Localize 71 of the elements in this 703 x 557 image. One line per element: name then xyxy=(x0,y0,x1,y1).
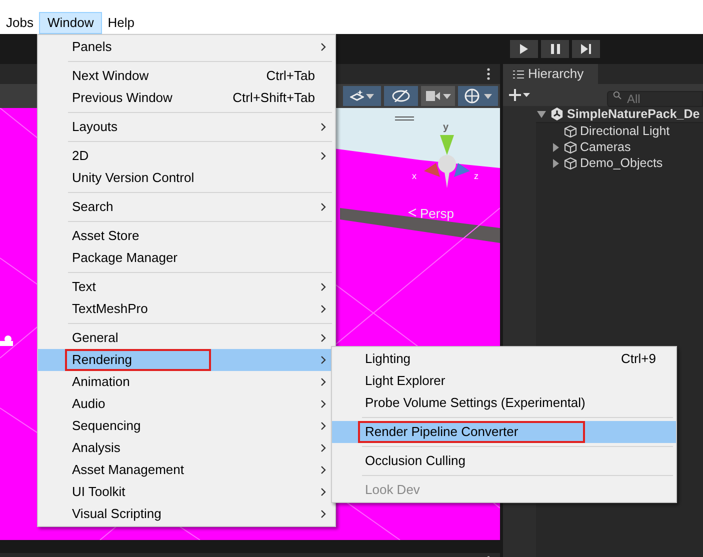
axis-label: x xyxy=(412,170,416,183)
collapsed-arrow-icon[interactable] xyxy=(552,158,558,168)
gizmos-dropdown[interactable] xyxy=(458,86,498,106)
search-icon xyxy=(613,91,623,100)
plus-icon xyxy=(509,89,521,101)
step-icon xyxy=(580,44,592,54)
menu-item[interactable]: Occlusion Culling xyxy=(332,450,676,472)
tree-item[interactable]: Demo_Objects xyxy=(536,155,703,171)
menu-item[interactable]: Unity Version Control xyxy=(38,167,335,189)
handle-icon xyxy=(395,116,414,121)
menu-item[interactable]: Package Manager xyxy=(38,247,335,269)
add-dropdown[interactable] xyxy=(509,89,530,101)
menu-item[interactable]: Sequencing xyxy=(38,415,335,437)
axis-label: z xyxy=(474,170,478,183)
menu-item[interactable]: General xyxy=(38,327,335,349)
menu-item[interactable]: TextMeshPro xyxy=(38,298,335,320)
camera-dropdown[interactable] xyxy=(421,86,455,106)
menu-item[interactable]: Visual Scripting xyxy=(38,503,335,525)
tree-item[interactable]: Directional Light xyxy=(536,123,703,139)
menu-item[interactable]: 2D xyxy=(38,145,335,167)
menu-item[interactable]: Asset Store xyxy=(38,225,335,247)
menu-item[interactable]: UI Toolkit xyxy=(38,481,335,503)
caret-icon xyxy=(484,94,492,98)
video-camera-icon xyxy=(426,91,440,101)
unity-logo-icon xyxy=(550,107,564,121)
menu-item[interactable]: Search xyxy=(38,196,335,218)
menu-item[interactable]: Probe Volume Settings (Experimental) xyxy=(332,392,676,414)
camera-icon xyxy=(0,335,14,347)
axis-label: y xyxy=(443,121,449,135)
step-button[interactable] xyxy=(572,40,600,58)
menu-item[interactable]: Animation xyxy=(38,371,335,393)
play-icon xyxy=(520,44,528,54)
menu-item[interactable]: Panels xyxy=(38,36,335,58)
expanded-arrow-icon[interactable] xyxy=(537,110,546,118)
menu-bar-item[interactable]: Help xyxy=(102,12,140,34)
caret-icon xyxy=(442,94,450,98)
pause-button[interactable] xyxy=(541,40,569,58)
menu-bar-item[interactable]: Window xyxy=(39,12,102,34)
menu-item[interactable]: Lighting Ctrl+9 xyxy=(332,348,676,370)
tree-item[interactable]: SimpleNaturePack_De xyxy=(536,106,703,123)
menu-bar-item[interactable]: Jobs xyxy=(0,12,40,34)
menu-item[interactable]: Text xyxy=(38,276,335,298)
menu-item[interactable]: Analysis xyxy=(38,437,335,459)
more-options-icon[interactable] xyxy=(487,68,490,80)
layers-icon xyxy=(350,90,364,102)
shortcut-text: Ctrl+9 xyxy=(620,350,656,368)
search-field[interactable]: All xyxy=(607,91,703,107)
caret-icon xyxy=(523,93,530,97)
globe-icon xyxy=(464,88,480,104)
menu-item[interactable]: Asset Management xyxy=(38,459,335,481)
play-button[interactable] xyxy=(510,40,538,58)
pause-icon xyxy=(550,44,560,54)
hidden-eye-icon xyxy=(392,90,410,102)
shortcut-text: Ctrl+Tab xyxy=(266,67,315,86)
menu-item[interactable]: Audio xyxy=(38,393,335,415)
cube-icon xyxy=(564,140,577,154)
layers-dropdown[interactable] xyxy=(343,86,381,106)
visibility-toggle[interactable] xyxy=(384,86,418,106)
cube-icon xyxy=(564,156,577,170)
menu-item[interactable]: Light Explorer xyxy=(332,370,676,392)
menu-item[interactable]: Next Window Ctrl+Tab xyxy=(38,65,335,87)
collapsed-arrow-icon[interactable] xyxy=(552,142,558,152)
hierarchy-tab[interactable]: Hierarchy xyxy=(503,64,598,84)
chevron-left-icon xyxy=(408,208,417,217)
menu-item[interactable]: Render Pipeline Converter xyxy=(332,421,676,443)
menu-item[interactable]: Layouts xyxy=(38,116,335,138)
shortcut-text: Ctrl+Shift+Tab xyxy=(232,89,315,108)
tree-item[interactable]: Cameras xyxy=(536,139,703,155)
cube-icon xyxy=(564,124,577,138)
caret-icon xyxy=(366,94,374,98)
list-icon xyxy=(513,70,524,78)
